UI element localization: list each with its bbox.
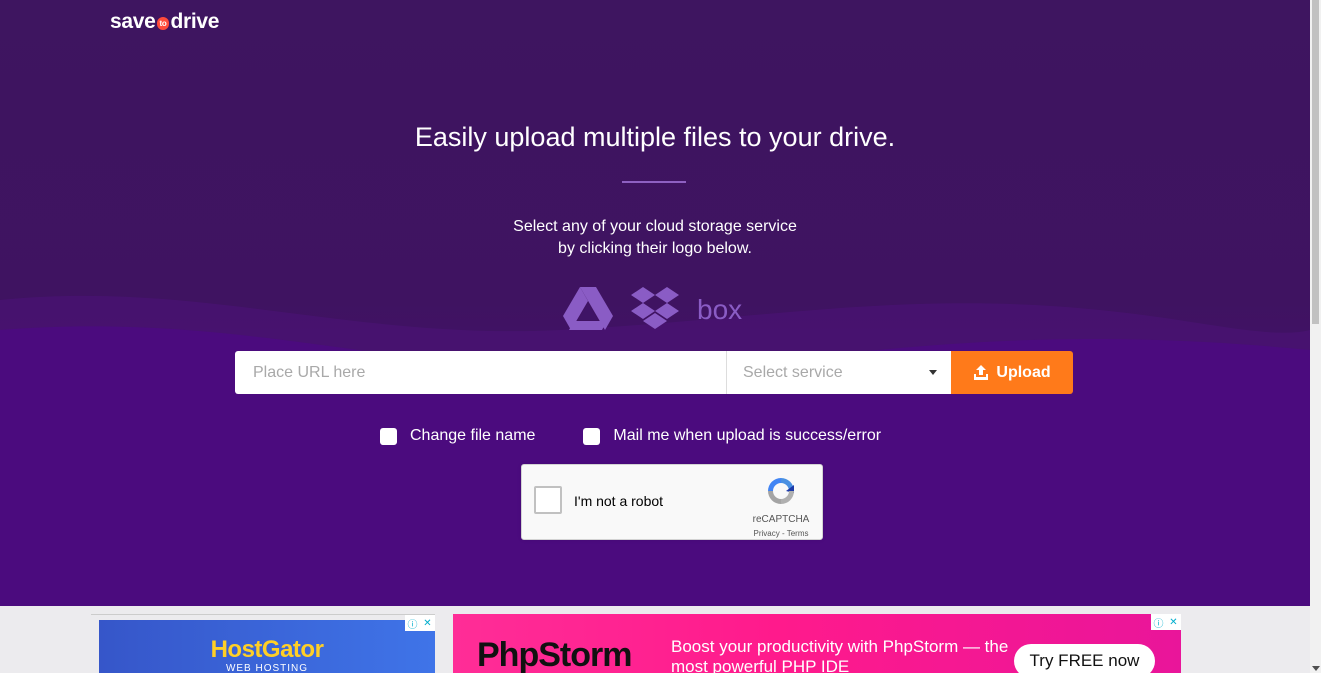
upload-form: Select service Upload — [235, 351, 1073, 394]
logo-text-save: save — [110, 10, 156, 33]
google-drive-service[interactable] — [563, 287, 613, 331]
logo-text-drive: drive — [170, 10, 220, 33]
try-free-button[interactable]: Try FREE now — [1014, 644, 1155, 673]
change-file-name-option[interactable]: Change file name — [380, 427, 535, 445]
hostgator-ad[interactable]: HostGator WEB HOSTING — [99, 620, 435, 673]
scrollbar-thumb[interactable] — [1312, 0, 1319, 324]
change-file-name-label: Change file name — [410, 427, 536, 444]
caret-down-icon — [929, 370, 937, 375]
ad-banner-left[interactable]: HostGator WEB HOSTING ⓘ ✕ — [91, 614, 435, 673]
hostgator-title: HostGator — [210, 636, 324, 663]
dropbox-icon — [631, 287, 679, 329]
change-file-name-checkbox[interactable] — [380, 427, 397, 445]
ad-info-icon[interactable]: ⓘ — [1151, 614, 1166, 630]
logo-badge: to — [156, 16, 170, 30]
hero-subtitle: Select any of your cloud storage service… — [0, 216, 1310, 260]
title-divider — [622, 181, 686, 183]
recaptcha-icon — [768, 478, 794, 504]
scroll-down-arrow-icon[interactable] — [1312, 666, 1320, 671]
box-icon: box — [697, 294, 742, 324]
ad-choices-right[interactable]: ⓘ ✕ — [1151, 614, 1181, 630]
dropbox-service[interactable] — [631, 287, 679, 331]
hostgator-subtitle: WEB HOSTING — [225, 663, 309, 673]
recaptcha-checkbox[interactable] — [534, 486, 562, 514]
service-logos: box — [563, 286, 749, 332]
ad-banner-right[interactable]: PhpStorm Boost your productivity with Ph… — [453, 614, 1181, 673]
recaptcha-brand: reCAPTCHA Privacy - Terms — [752, 475, 810, 538]
ad-choices-left[interactable]: ⓘ ✕ — [405, 615, 435, 631]
page-title: Easily upload multiple files to your dri… — [414, 122, 896, 152]
subtitle-line-1: Select any of your cloud storage service — [513, 218, 797, 235]
phpstorm-message: Boost your productivity with PhpStorm — … — [671, 637, 1009, 673]
url-input[interactable] — [235, 351, 727, 394]
recaptcha-label: I'm not a robot — [574, 493, 664, 509]
phpstorm-title: PhpStorm — [477, 636, 632, 673]
recaptcha-name: reCAPTCHA — [752, 514, 810, 525]
ad-close-icon[interactable]: ✕ — [1166, 614, 1181, 630]
mail-me-option[interactable]: Mail me when upload is success/error — [583, 427, 881, 445]
page-scrollbar[interactable] — [1310, 0, 1321, 673]
mail-me-label: Mail me when upload is success/error — [613, 427, 882, 444]
upload-button[interactable]: Upload — [951, 351, 1073, 394]
ad-info-icon[interactable]: ⓘ — [405, 615, 420, 631]
upload-icon — [974, 365, 989, 380]
upload-button-label: Upload — [996, 363, 1051, 381]
recaptcha-widget: I'm not a robot reCAPTCHA Privacy - Term… — [521, 464, 823, 540]
subtitle-line-2: by clicking their logo below. — [558, 240, 752, 257]
service-select-placeholder: Select service — [743, 363, 843, 381]
box-service[interactable]: box — [697, 294, 749, 324]
google-drive-icon — [563, 287, 613, 330]
mail-me-checkbox[interactable] — [583, 427, 601, 445]
ad-close-icon[interactable]: ✕ — [420, 615, 435, 631]
service-select[interactable]: Select service — [727, 351, 951, 394]
recaptcha-links[interactable]: Privacy - Terms — [752, 529, 810, 538]
site-logo[interactable]: save to drive — [110, 9, 219, 35]
upload-options: Change file name Mail me when upload is … — [380, 427, 881, 445]
box-logo-text: box — [697, 294, 742, 324]
